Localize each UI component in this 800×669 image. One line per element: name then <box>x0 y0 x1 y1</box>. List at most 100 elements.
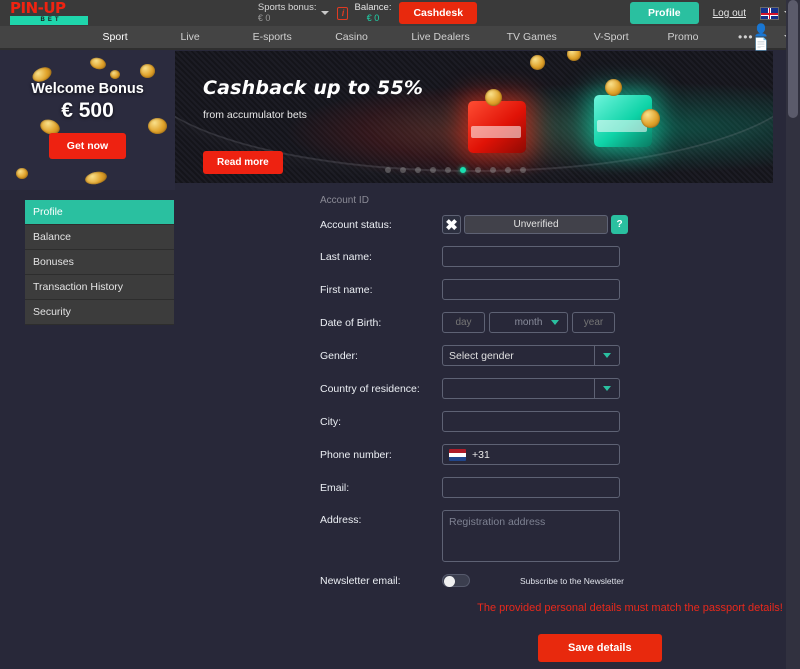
gender-row: Gender: Select gender <box>320 345 800 366</box>
dob-month-select[interactable]: month <box>489 312 568 333</box>
top-bar: PIN-UP BET Sports bonus: € 0 i Balance: … <box>0 0 800 26</box>
carousel-dots <box>385 167 526 173</box>
phone-value: +31 <box>472 448 490 461</box>
carousel-dot[interactable] <box>505 167 511 173</box>
coin-icon <box>641 109 660 128</box>
coin-icon <box>148 118 167 134</box>
profile-button[interactable]: Profile <box>629 2 699 24</box>
sports-bonus-block[interactable]: Sports bonus: € 0 i <box>258 3 349 23</box>
nav-item-live[interactable]: Live <box>179 31 202 43</box>
dob-day-input[interactable] <box>442 312 485 333</box>
coin-icon <box>83 169 109 187</box>
nav-more-icon[interactable]: ••• <box>738 30 754 44</box>
passport-warning-message: The provided personal details must match… <box>477 602 783 614</box>
subscribe-newsletter-link[interactable]: Subscribe to the Newsletter <box>520 576 624 586</box>
balance-block: Balance: € 0 <box>354 2 392 24</box>
account-status-label: Account status: <box>320 218 392 231</box>
chevron-down-icon[interactable] <box>321 11 330 15</box>
carousel-dot[interactable] <box>520 167 526 173</box>
sports-bonus-label: Sports bonus: <box>257 2 317 13</box>
user-icon: 👤📄 <box>753 23 769 51</box>
last-name-label: Last name: <box>320 250 372 263</box>
card-stripe <box>471 125 521 138</box>
sidebar-item-balance[interactable]: Balance <box>25 225 174 250</box>
email-label: Email: <box>320 481 350 494</box>
nav-item-live-dealers[interactable]: Live Dealers <box>409 31 471 43</box>
logout-link[interactable]: Log out <box>713 8 746 19</box>
carousel-dot[interactable] <box>445 167 451 173</box>
carousel-dot[interactable] <box>400 167 406 173</box>
email-input[interactable] <box>442 477 620 498</box>
carousel-dot[interactable] <box>490 167 496 173</box>
phone-label: Phone number: <box>320 448 392 461</box>
phone-row: Phone number: +31 <box>320 444 800 465</box>
email-row: Email: <box>320 477 800 498</box>
city-input[interactable] <box>442 411 620 432</box>
account-id-label: Account ID <box>320 195 369 206</box>
dob-year-input[interactable] <box>572 312 615 333</box>
uk-flag-icon[interactable] <box>760 6 779 20</box>
account-status-controls: ✖ Unverified ? <box>442 215 628 234</box>
city-label: City: <box>320 415 341 428</box>
close-icon: ✖ <box>442 215 461 234</box>
country-select-value[interactable] <box>442 378 594 399</box>
nav-item-tv-games[interactable]: TV Games <box>505 31 559 43</box>
get-now-button[interactable]: Get now <box>48 133 127 159</box>
brand-logo[interactable]: PIN-UP BET <box>0 0 105 25</box>
address-textarea[interactable] <box>442 510 620 562</box>
read-more-button[interactable]: Read more <box>203 151 283 174</box>
gender-select-value[interactable]: Select gender <box>442 345 594 366</box>
sidebar-item-bonuses[interactable]: Bonuses <box>25 250 174 275</box>
gender-dropdown-button[interactable] <box>594 345 620 366</box>
first-name-input[interactable] <box>442 279 620 300</box>
balance-label: Balance: <box>354 2 392 13</box>
carousel-dot[interactable] <box>415 167 421 173</box>
account-sidebar-menu: Profile Balance Bonuses Transaction Hist… <box>25 200 174 325</box>
help-button[interactable]: ? <box>611 215 628 234</box>
country-select[interactable] <box>442 378 620 399</box>
nav-item-esports[interactable]: E-sports <box>251 31 294 43</box>
gender-select[interactable]: Select gender <box>442 345 620 366</box>
balance-value: € 0 <box>366 13 380 23</box>
right-column: Cashback up to 55% from accumulator bets… <box>175 50 800 669</box>
nav-item-sport[interactable]: Sport <box>101 31 130 43</box>
city-row: City: <box>320 411 800 432</box>
main-navigation: Sport Live E-sports Casino Live Dealers … <box>0 23 800 51</box>
scrollbar-thumb[interactable] <box>788 0 798 118</box>
coin-icon <box>605 79 622 96</box>
welcome-bonus-banner[interactable]: Welcome Bonus € 500 Get now <box>0 50 175 190</box>
phone-input[interactable]: +31 <box>442 444 620 465</box>
coin-icon <box>16 168 28 179</box>
sidebar-item-profile[interactable]: Profile <box>25 200 174 225</box>
flag-stripe-blue <box>449 456 466 461</box>
hero-subtitle: from accumulator bets <box>203 109 307 121</box>
nav-item-promo[interactable]: Promo <box>665 31 700 43</box>
coin-icon <box>530 55 545 70</box>
carousel-dot-active[interactable] <box>460 167 466 173</box>
welcome-bonus-amount: € 500 <box>61 99 114 122</box>
save-details-button[interactable]: Save details <box>538 634 662 662</box>
left-column: Welcome Bonus € 500 Get now Profile Bala… <box>0 50 175 669</box>
carousel-dot[interactable] <box>475 167 481 173</box>
info-icon[interactable]: i <box>337 6 349 20</box>
welcome-bonus-title: Welcome Bonus <box>31 81 144 97</box>
nav-item-casino[interactable]: Casino <box>333 31 370 43</box>
date-of-birth-row: Date of Birth: month <box>320 312 800 333</box>
country-dropdown-button[interactable] <box>594 378 620 399</box>
carousel-dot[interactable] <box>385 167 391 173</box>
sidebar-item-security[interactable]: Security <box>25 300 174 325</box>
coin-icon <box>140 64 155 78</box>
coin-icon <box>110 70 120 79</box>
nav-item-vsport[interactable]: V-Sport <box>592 31 631 43</box>
hero-banner[interactable]: Cashback up to 55% from accumulator bets… <box>175 51 773 183</box>
newsletter-toggle[interactable] <box>442 574 470 587</box>
page-scrollbar[interactable] <box>786 0 800 669</box>
chevron-down-icon <box>551 320 559 325</box>
sidebar-item-transaction-history[interactable]: Transaction History <box>25 275 174 300</box>
carousel-dot[interactable] <box>430 167 436 173</box>
cashdesk-button[interactable]: Cashdesk <box>399 2 478 24</box>
dob-controls: month <box>442 312 615 333</box>
last-name-input[interactable] <box>442 246 620 267</box>
netherlands-flag-icon <box>449 448 466 461</box>
toggle-knob <box>444 576 455 587</box>
